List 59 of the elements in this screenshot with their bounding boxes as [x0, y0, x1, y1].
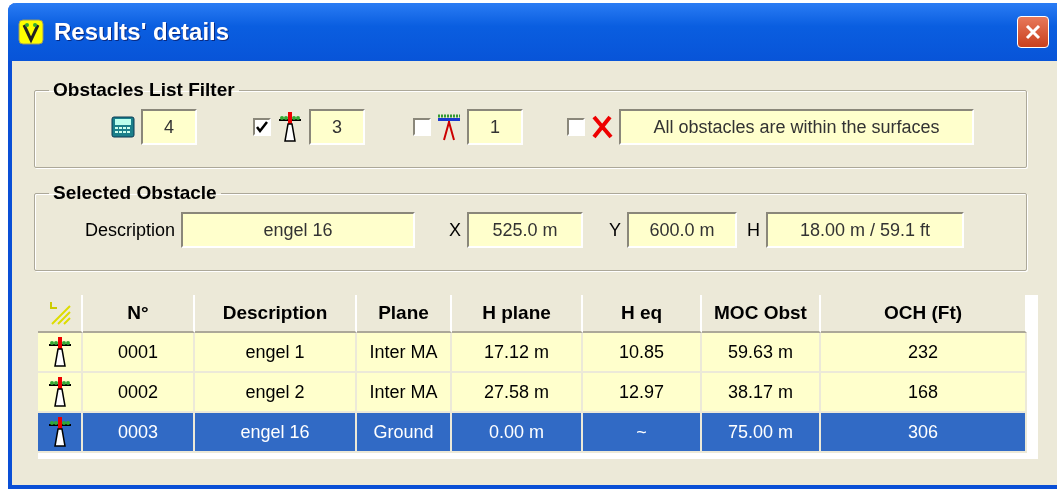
value-field: 18.00 m / 59.1 ft — [766, 212, 965, 248]
count-field: 3 — [309, 109, 365, 145]
group-title: Obstacles List Filter — [52, 79, 236, 101]
column-header[interactable]: Plane — [357, 295, 452, 333]
table-cell[interactable] — [38, 373, 83, 413]
cross-icon — [591, 115, 613, 139]
table-cell: engel 16 — [195, 413, 357, 453]
table-cell: 232 — [821, 333, 1027, 373]
table-cell: 10.85 — [583, 333, 702, 373]
table-cell: 12.97 — [583, 373, 702, 413]
obstacle-icon — [46, 337, 73, 367]
table-cell: engel 1 — [195, 333, 357, 373]
table-cell: 306 — [821, 413, 1027, 453]
close-icon — [1024, 23, 1042, 41]
table-cell: Inter MA — [357, 373, 452, 413]
table-cell: Ground — [357, 413, 452, 453]
column-header[interactable]: N° — [83, 295, 195, 333]
table-cell[interactable] — [38, 413, 83, 453]
count-field: All obstacles are within the surfaces — [619, 109, 974, 145]
obstacle-icon — [46, 377, 73, 407]
close-button[interactable] — [1017, 16, 1049, 48]
obstacle-icon — [277, 112, 303, 142]
table-cell: 0.00 m — [452, 413, 583, 453]
table-cell: ~ — [583, 413, 702, 453]
column-header[interactable]: H eq — [583, 295, 702, 333]
table-cell[interactable] — [38, 333, 83, 373]
table-cell: 0002 — [83, 373, 195, 413]
column-header[interactable]: OCH (Ft) — [821, 295, 1027, 333]
table-cell: 168 — [821, 373, 1027, 413]
window-title: Results' details — [54, 18, 231, 46]
table-cell: 59.63 m — [702, 333, 821, 373]
table-cell: 38.17 m — [702, 373, 821, 413]
table-cell: Inter MA — [357, 333, 452, 373]
ground-obstacle-icon — [437, 113, 461, 141]
table-cell: 0001 — [83, 333, 195, 373]
count-field: 4 — [141, 109, 197, 145]
table-cell: 0003 — [83, 413, 195, 453]
checkbox[interactable] — [413, 118, 431, 136]
column-header[interactable]: H plane — [452, 295, 583, 333]
field-label: Y — [609, 219, 622, 241]
field-label: H — [747, 219, 761, 241]
checkbox[interactable] — [253, 118, 271, 136]
value-field: 525.0 m — [467, 212, 584, 248]
calculator-icon — [111, 116, 135, 138]
table-cell: 17.12 m — [452, 333, 583, 373]
app-logo-icon — [18, 19, 44, 45]
table-cell: engel 2 — [195, 373, 357, 413]
checkbox[interactable] — [567, 118, 585, 136]
column-header[interactable]: MOC Obst — [702, 295, 821, 333]
table-cell: 75.00 m — [702, 413, 821, 453]
table-cell: 27.58 m — [452, 373, 583, 413]
obstacle-icon — [46, 417, 73, 447]
value-field: 600.0 m — [627, 212, 738, 248]
group-title: Selected Obstacle — [52, 182, 218, 204]
value-field: engel 16 — [181, 212, 416, 248]
column-header[interactable]: Description — [195, 295, 357, 333]
count-field: 1 — [467, 109, 523, 145]
field-label: Description — [85, 219, 176, 241]
field-label: X — [449, 219, 462, 241]
